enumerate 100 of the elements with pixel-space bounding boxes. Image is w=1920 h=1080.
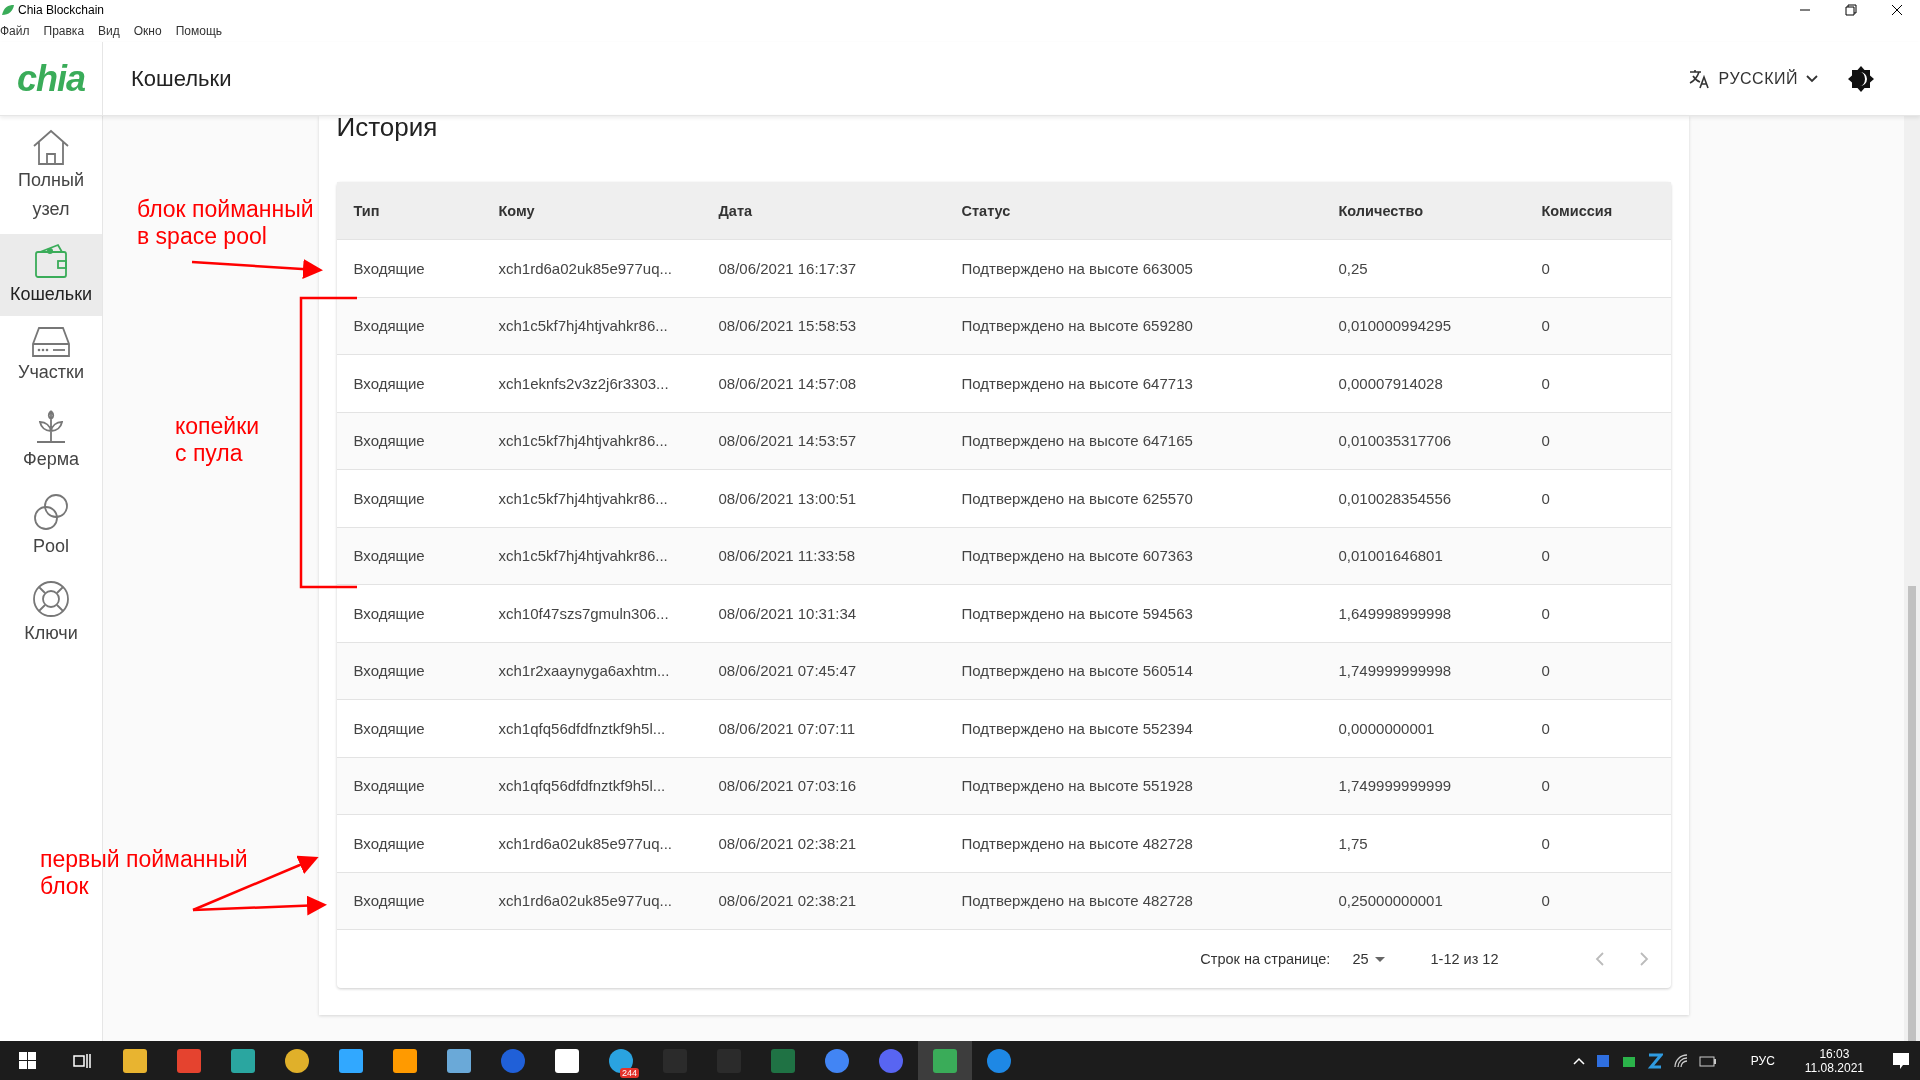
sidebar-item[interactable]: Кошельки [0,233,102,317]
table-cell-text: Входящие [353,489,426,507]
table-cell-text: 0,01001646801 [1338,547,1444,565]
column-header: Дата [718,202,754,219]
sidebar-item[interactable]: Полный узел [0,120,102,232]
table-cell-text: xch1c5kf7hj4htjvahkr86... [498,317,669,335]
table-cell-text: Подтверждено на высоте 594563 [961,604,1194,622]
table-cell-text: xch1eknfs2v3z2j6r3303... [498,374,670,392]
table-cell-text: 1,749999999998 [1338,662,1453,680]
task-view-icon [71,1051,91,1070]
table-cell-text: 0 [1541,834,1551,852]
logo: chia [16,57,85,100]
table-cell-text: 0 [1541,662,1551,680]
table-cell-text: Подтверждено на высоте 663005 [961,259,1194,277]
clock-date: 11.08.2021 [1804,1060,1864,1075]
app-icon [122,1047,148,1074]
scrollbar[interactable] [1904,116,1920,1041]
app-icon [284,1047,310,1074]
app-icon [230,1047,256,1074]
menu-item[interactable]: Файл [0,24,30,38]
table-cell-text: Входящие [353,892,426,910]
annotation-text: копейки с пула [175,413,260,467]
table-cell-text: 0 [1541,489,1551,507]
menu-item[interactable]: Окно [133,24,162,38]
menu-item[interactable]: Правка [43,24,85,38]
table-cell-text: Входящие [353,719,426,737]
table-cell-text: 08/06/2021 15:58:53 [718,317,858,335]
chevron-down-icon [1806,74,1818,83]
table-cell-text: 0 [1541,892,1551,910]
sidebar-item[interactable]: Ключи [0,570,102,656]
table-cell-text: Входящие [353,662,426,680]
app-icon [932,1047,958,1074]
table-cell-text: 0,00007914028 [1338,374,1444,392]
table-cell-text: 0 [1541,604,1551,622]
column-header: Тип [353,202,381,219]
table-cell-text: xch1rd6a02uk85e977uq... [498,259,673,277]
column-header: Кому [498,202,536,219]
menu-item[interactable]: Вид [98,24,120,38]
app-icon [986,1047,1012,1074]
app-icon [446,1047,472,1074]
table-cell-text: 0 [1541,777,1551,795]
sidebar-item[interactable]: Участки [0,318,102,396]
table-cell-text: Подтверждено на высоте 560514 [961,662,1194,680]
chevron-left-icon [1594,952,1604,966]
app-icon [392,1047,418,1074]
table-cell-text: Подтверждено на высоте 625570 [961,489,1194,507]
table-cell-text: xch1rd6a02uk85e977uq... [498,892,673,910]
table-cell-text: xch1qfq56dfdfnztkf9h5l... [498,719,667,737]
notifications-icon[interactable] [1892,1051,1910,1070]
input-language[interactable]: РУС [1750,1053,1775,1068]
table-cell-text: xch1c5kf7hj4htjvahkr86... [498,547,669,565]
app-icon [338,1047,364,1074]
table-cell-text: 0 [1541,432,1551,450]
menu-item[interactable]: Помощь [175,24,223,38]
table-cell-text: 08/06/2021 14:53:57 [718,432,858,450]
language-button[interactable]: РУССКИЙ [1682,67,1824,90]
sidebar-item[interactable]: Ферма [0,397,102,482]
app-icon [500,1047,526,1074]
table-cell-text: 0 [1541,719,1551,737]
chevron-up-icon [1572,1056,1585,1065]
table-cell-text: xch1c5kf7hj4htjvahkr86... [498,489,669,507]
table-cell-text: 0,25 [1338,259,1369,277]
table-cell-text: 0 [1541,374,1551,392]
tray-app-icon [1594,1052,1611,1069]
table-cell-text: xch10f47szs7gmuln306... [498,604,670,622]
table-cell-text: Входящие [353,604,426,622]
table-cell-text: Входящие [353,834,426,852]
table-cell-text: 0 [1541,547,1551,565]
notification-badge: 244 [619,1068,639,1078]
table-cell-text: 08/06/2021 13:00:51 [718,489,858,507]
wallet-icon [32,241,70,280]
table-cell-text: Входящие [353,432,426,450]
table-cell-text: 0 [1541,259,1551,277]
theme-toggle-icon[interactable] [1848,65,1874,92]
table-cell-text: Подтверждено на высоте 647713 [961,374,1194,392]
chevron-right-icon [1639,952,1649,966]
rows-per-page-label: Строк на странице: [1200,951,1331,967]
table-cell-text: Входящие [353,317,426,335]
wifi-icon [1672,1052,1689,1069]
app-icon [770,1047,796,1074]
windows-logo-icon [18,1052,36,1069]
taskbar-app-button[interactable]: 244 [594,1041,648,1080]
table-cell-text: 08/06/2021 10:31:34 [718,604,858,622]
annotation-text: блок пойманный в space pool [137,196,314,250]
window-title: Chia Blockchain [18,3,106,17]
table-cell-text: 08/06/2021 07:07:11 [718,719,857,737]
battery-icon [1698,1054,1717,1067]
sidebar-item[interactable]: Pool [0,484,102,569]
lifebuoy-icon [31,578,71,619]
table-cell-text: Подтверждено на высоте 607363 [961,547,1194,565]
table-cell-text: 1,649998999998 [1338,604,1453,622]
table-cell-text: xch1r2xaaynyga6axhtm... [498,662,671,680]
rows-per-page-select[interactable]: 25 [1346,950,1391,968]
drive-icon [31,326,71,359]
app-icon [878,1047,904,1074]
table-cell-text: 08/06/2021 02:38:21 [718,834,858,852]
table-cell-text: 08/06/2021 07:45:47 [718,662,858,680]
table-cell-text: 1,75 [1338,834,1369,852]
table-cell-text: 08/06/2021 02:38:21 [718,892,858,910]
app-icon [176,1047,202,1074]
